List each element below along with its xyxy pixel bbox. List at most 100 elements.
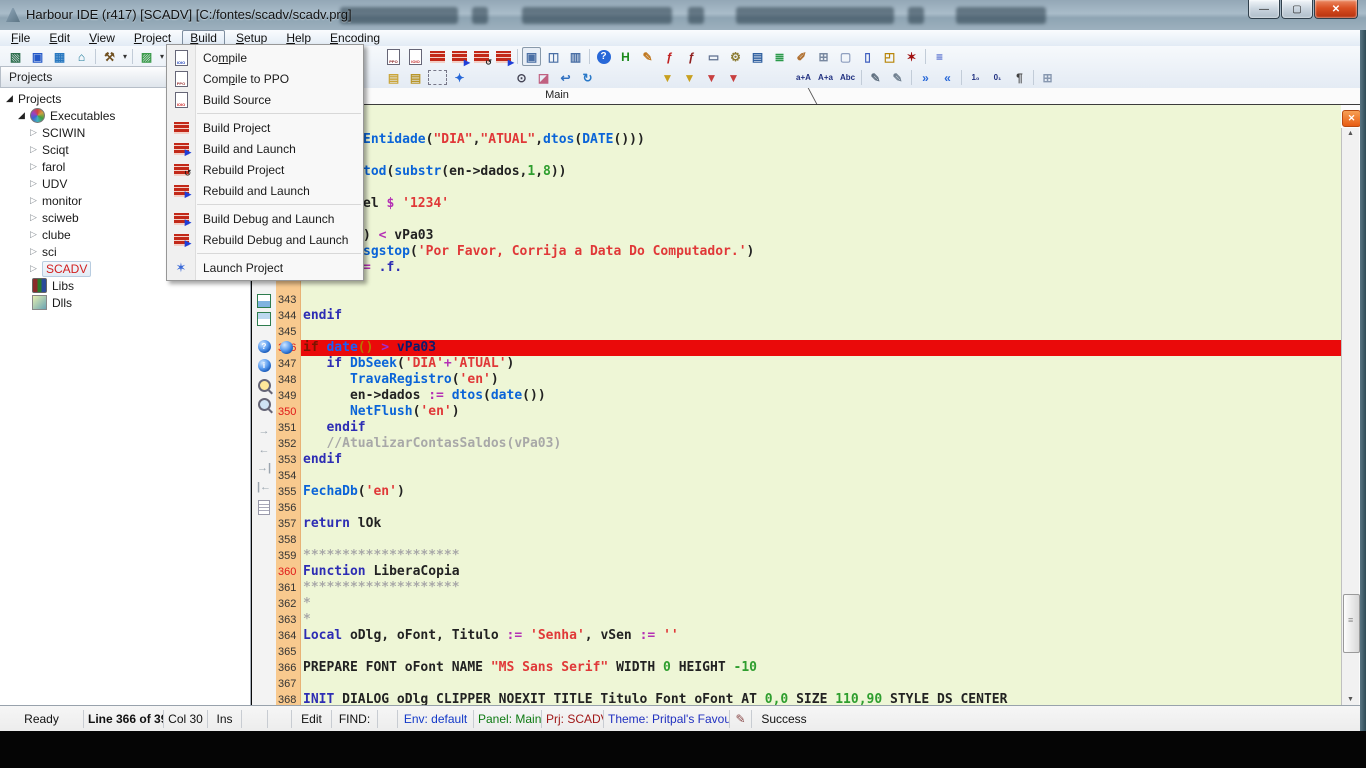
line-number-343[interactable]: 343 <box>278 292 296 308</box>
tree-item-projects[interactable]: ◢Projects <box>6 90 61 107</box>
code-line-335[interactable]: tod(substr(en->dados,1,8)) <box>363 164 1341 180</box>
expand-icon[interactable]: ▷ <box>30 144 42 155</box>
build-source-button[interactable]: IOIO <box>406 47 425 66</box>
line-number-365[interactable]: 365 <box>278 644 296 660</box>
code-line-358[interactable] <box>301 532 1341 548</box>
code-line-368[interactable]: INIT DIALOG oDlg CLIPPER NOEXIT TITLE Ti… <box>301 692 1341 705</box>
window-button[interactable]: ▢ <box>836 47 855 66</box>
home-button[interactable]: ⌂ <box>72 47 91 66</box>
tree-item-libs[interactable]: Libs <box>32 277 74 294</box>
expand-icon[interactable]: ▷ <box>30 127 42 138</box>
code-line-357[interactable]: return lOk <box>301 516 1341 532</box>
harbour-help-button[interactable]: H <box>616 47 635 66</box>
swapcase-button[interactable]: Abc <box>838 68 857 87</box>
tools-button[interactable]: ⚒ <box>100 47 119 66</box>
expand-icon[interactable]: ▷ <box>30 178 42 189</box>
tree-item-scadv[interactable]: ▷SCADV <box>30 260 91 277</box>
function-nav-button[interactable]: ƒ <box>682 47 701 66</box>
help-ball-button[interactable]: ? <box>256 338 272 354</box>
menu-item-rebuild-project[interactable]: ↺Rebuild Project <box>167 159 363 180</box>
line-number-357[interactable]: 357 <box>278 516 296 532</box>
line-number-354[interactable]: 354 <box>278 468 296 484</box>
build-project-button[interactable] <box>428 47 447 66</box>
code-line-351[interactable]: endif <box>301 420 1341 436</box>
menu-file[interactable]: File <box>3 30 38 47</box>
code-line-361[interactable]: ******************** <box>301 580 1341 596</box>
line-number-364[interactable]: 364 <box>278 628 296 644</box>
code-line-348[interactable]: TravaRegistro('en') <box>301 372 1341 388</box>
code-line-354[interactable] <box>301 468 1341 484</box>
help-button[interactable]: ? <box>594 47 613 66</box>
rebuild-project-button[interactable]: ↺ <box>472 47 491 66</box>
code-line-347[interactable]: if DbSeek('DIA'+'ATUAL') <box>301 356 1341 372</box>
menu-item-rebuild-debug-and-launch[interactable]: ▶Rebuild Debug and Launch <box>167 229 363 250</box>
line-number-348[interactable]: 348 <box>278 372 296 388</box>
line-number-362[interactable]: 362 <box>278 596 296 612</box>
uppercase-button[interactable]: A+a <box>816 68 835 87</box>
code-line-343[interactable] <box>301 292 1341 308</box>
indent-button[interactable]: » <box>916 68 935 87</box>
tree-item-monitor[interactable]: ▷monitor <box>30 192 82 209</box>
split-window-button[interactable] <box>256 293 272 309</box>
line-number-349[interactable]: 349 <box>278 388 296 404</box>
document-button[interactable]: ▯ <box>858 47 877 66</box>
split-window-2-button[interactable] <box>256 311 272 327</box>
tree-item-sciqt[interactable]: ▷Sciqt <box>30 141 69 158</box>
mark-2-button[interactable]: ▼ <box>680 68 699 87</box>
code-line-359[interactable]: ******************** <box>301 548 1341 564</box>
menu-item-rebuild-and-launch[interactable]: ▶Rebuild and Launch <box>167 180 363 201</box>
minimize-button[interactable]: — <box>1248 0 1280 19</box>
line-number-361[interactable]: 361 <box>278 580 296 596</box>
code-line-346[interactable]: if date() > vPa03 <box>301 340 1341 356</box>
find-button[interactable]: ⊙ <box>512 68 531 87</box>
tab-main[interactable]: Main <box>482 89 632 101</box>
info-ball-button[interactable]: i <box>256 357 272 373</box>
copy-button[interactable]: ▤ <box>384 68 403 87</box>
zoom-in-icon[interactable] <box>256 377 272 393</box>
line-number-344[interactable]: 344 <box>278 308 296 324</box>
tree-item-dlls[interactable]: Dlls <box>32 294 72 311</box>
line-number-363[interactable]: 363 <box>278 612 296 628</box>
code-line-356[interactable] <box>301 500 1341 516</box>
line-number-355[interactable]: 355 <box>278 484 296 500</box>
bookmark-button[interactable]: ✦ <box>450 68 469 87</box>
line-number-345[interactable]: 345 <box>278 324 296 340</box>
pilcrow-button[interactable]: ¶ <box>1010 68 1029 87</box>
collapse-icon[interactable]: ◢ <box>18 110 30 121</box>
tree-item-executables[interactable]: ◢Executables <box>18 107 115 124</box>
maximize-button[interactable]: ▢ <box>1281 0 1313 19</box>
collapse-icon[interactable]: ◢ <box>6 93 18 104</box>
menu-item-build-project[interactable]: Build Project <box>167 117 363 138</box>
format-button[interactable]: ▤ <box>748 47 767 66</box>
tree-item-clube[interactable]: ▷clube <box>30 226 71 243</box>
line-number-353[interactable]: 353 <box>278 452 296 468</box>
tree-item-udv[interactable]: ▷UDV <box>30 175 67 192</box>
edit-mode-button[interactable]: ✎ <box>638 47 657 66</box>
comment-button[interactable]: ✎ <box>866 68 885 87</box>
themes-button[interactable]: ▨ <box>137 47 156 66</box>
breakpoint-icon[interactable] <box>280 341 293 354</box>
uncomment-button[interactable]: ✎ <box>888 68 907 87</box>
zoom-out-icon[interactable] <box>256 396 272 412</box>
wrap-button[interactable]: ≡ <box>930 47 949 66</box>
package-button[interactable]: ◰ <box>880 47 899 66</box>
mark-3-button[interactable]: ▼ <box>702 68 721 87</box>
line-number-358[interactable]: 358 <box>278 532 296 548</box>
line-number-351[interactable]: 351 <box>278 420 296 436</box>
code-line-344[interactable]: endif <box>301 308 1341 324</box>
tree-item-farol[interactable]: ▷farol <box>30 158 65 175</box>
menu-item-compile-to-ppo[interactable]: PPOCompile to PPO <box>167 68 363 89</box>
code-line-349[interactable]: en->dados := dtos(date()) <box>301 388 1341 404</box>
unnumber-lines-button[interactable]: 0₁ <box>988 68 1007 87</box>
code-line-360[interactable]: Function LiberaCopia <box>301 564 1341 580</box>
code-line-340[interactable]: sgstop('Por Favor, Corrija a Data Do Com… <box>363 244 1341 260</box>
code-area[interactable]: Entidade("DIA","ATUAL",dtos(DATE()))tod(… <box>301 105 1341 705</box>
nav-prev-button[interactable]: ← <box>256 442 272 458</box>
outdent-button[interactable]: « <box>938 68 957 87</box>
expand-icon[interactable]: ▷ <box>30 161 42 172</box>
scroll-down-icon[interactable]: ▼ <box>1342 696 1359 703</box>
editor-close-button[interactable]: ✕ <box>1342 110 1361 127</box>
page-button[interactable] <box>256 499 272 515</box>
build-launch-button[interactable]: ▶ <box>450 47 469 66</box>
function-list-button[interactable]: ƒ <box>660 47 679 66</box>
